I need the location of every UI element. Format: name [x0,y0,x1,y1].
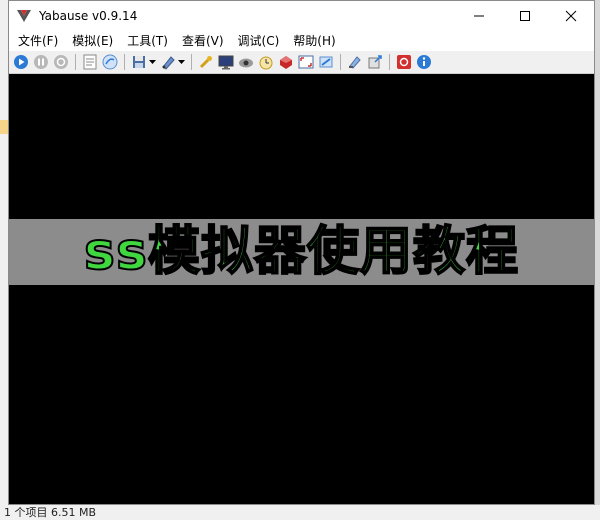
chevron-down-icon [149,60,156,64]
iso-icon [102,54,118,70]
background-folder-strip [0,120,8,134]
pause-button[interactable] [33,54,49,70]
fullscreen-button[interactable] [298,54,314,70]
export-icon [368,55,382,69]
load-state-dropdown[interactable] [178,54,185,70]
window-controls [456,1,594,31]
toolbar-separator [124,54,125,70]
background-status-text: 1 个项目 6.51 MB [4,506,97,519]
play-button[interactable] [13,54,29,70]
memory-button[interactable] [347,54,363,70]
pause-icon [34,55,48,69]
load-state-button[interactable] [160,54,176,70]
background-desktop [0,0,8,520]
title-bar[interactable]: Yabause v0.9.14 [9,1,594,31]
record-button[interactable] [278,54,294,70]
memory-icon [349,56,361,69]
save-state-icon [133,56,145,68]
screenshot-button[interactable] [318,54,334,70]
menu-bar: 文件(F) 模拟(E) 工具(T) 查看(V) 调试(C) 帮助(H) [9,31,594,51]
display-icon [218,55,234,70]
menu-tools[interactable]: 工具(T) [120,31,175,51]
view-button[interactable] [238,54,254,70]
close-button[interactable] [548,1,594,31]
save-state-dropdown[interactable] [149,54,156,70]
screenshot-icon [319,56,333,68]
settings-icon [199,56,212,69]
menu-emulation[interactable]: 模拟(E) [65,31,120,51]
clock-button[interactable] [258,54,274,70]
about-icon [417,55,431,69]
stop-button[interactable] [396,54,412,70]
background-status-bar: 1 个项目 6.51 MB [0,505,600,520]
toolbar-separator [389,54,390,70]
open-iso-button[interactable] [102,54,118,70]
minimize-button[interactable] [456,1,502,31]
menu-view[interactable]: 查看(V) [175,31,231,51]
tutorial-banner: ss模拟器使用教程 [9,219,594,285]
play-icon [14,55,28,69]
toolbar-separator [340,54,341,70]
export-button[interactable] [367,54,383,70]
eye-icon [239,58,253,68]
clock-icon [259,56,273,70]
about-button[interactable] [416,54,432,70]
reset-icon [54,55,68,69]
menu-debug[interactable]: 调试(C) [231,31,287,51]
minimize-icon [474,15,484,17]
stop-icon [397,55,411,69]
open-cd-button[interactable] [82,54,98,70]
toolbar-separator [191,54,192,70]
close-icon [565,10,577,22]
yabause-app-icon [17,10,31,22]
maximize-button[interactable] [502,1,548,31]
settings-button[interactable] [198,54,214,70]
load-state-icon [162,56,175,70]
window-title: Yabause v0.9.14 [39,9,138,23]
reset-button[interactable] [53,54,69,70]
toolbar-separator [75,54,76,70]
save-state-button[interactable] [131,54,147,70]
record-icon [280,56,292,69]
emulator-screen[interactable]: ss模拟器使用教程 [9,74,594,504]
chevron-down-icon [178,60,185,64]
maximize-icon [520,11,530,21]
menu-help[interactable]: 帮助(H) [286,31,342,51]
cd-icon [83,54,97,70]
toolbar [9,51,594,74]
yabause-window: Yabause v0.9.14 文件(F) 模拟(E) 工具(T) 查看(V) … [8,0,595,505]
menu-file[interactable]: 文件(F) [11,31,65,51]
display-button[interactable] [218,54,234,70]
fullscreen-icon [298,55,314,69]
banner-title: ss模拟器使用教程 [83,221,519,283]
